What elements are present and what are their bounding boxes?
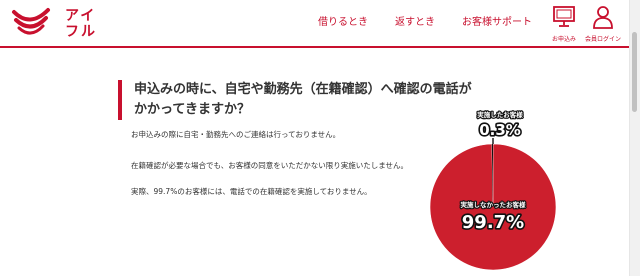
paragraph-contact: お申込みの際に自宅・勤務先へのご連絡は行っておりません。 bbox=[131, 130, 341, 139]
logo-mark-icon bbox=[12, 8, 50, 35]
nav-support[interactable]: お客様サポート bbox=[462, 16, 532, 30]
scrollbar-thumb[interactable] bbox=[632, 32, 637, 112]
login-label: 会員ログイン bbox=[584, 36, 621, 43]
monitor-icon bbox=[553, 6, 575, 27]
logo-text: アイ フル bbox=[65, 8, 109, 40]
paragraph-statistic: 実際、99.7%のお客様には、電話での在籍確認を実施しておりません。 bbox=[131, 187, 372, 196]
page-scrollbar[interactable] bbox=[629, 0, 640, 276]
pie-label-implemented: 実施したお客様 bbox=[477, 110, 523, 119]
pie-value-implemented: 0.3% bbox=[479, 121, 521, 139]
nav-repay[interactable]: 返すとき bbox=[395, 16, 435, 30]
nav-borrow[interactable]: 借りるとき bbox=[318, 16, 368, 30]
logo-text-line1: アイ bbox=[65, 8, 97, 24]
site-header: アイ フル 借りるとき 返すとき お客様サポート お申込み 会員ログイン bbox=[0, 0, 630, 48]
login-button[interactable]: 会員ログイン bbox=[583, 4, 623, 43]
pie-value-not-implemented: 99.7% bbox=[462, 212, 524, 233]
user-icon bbox=[593, 6, 613, 29]
paragraph-consent: 在籍確認が必要な場合でも、お客様の同意をいただかない限り実施いたしません。 bbox=[131, 161, 409, 170]
pie-chart-svg: 実施したお客様 0.3% 実施しなかったお客様 99.7% bbox=[429, 109, 557, 271]
pie-chart: 実施したお客様 0.3% 実施しなかったお客様 99.7% bbox=[418, 100, 568, 271]
aiful-logo[interactable]: アイ フル bbox=[10, 6, 106, 42]
logo-text-line2: フル bbox=[65, 24, 97, 40]
pie-label-not-implemented: 実施しなかったお客様 bbox=[461, 200, 527, 209]
